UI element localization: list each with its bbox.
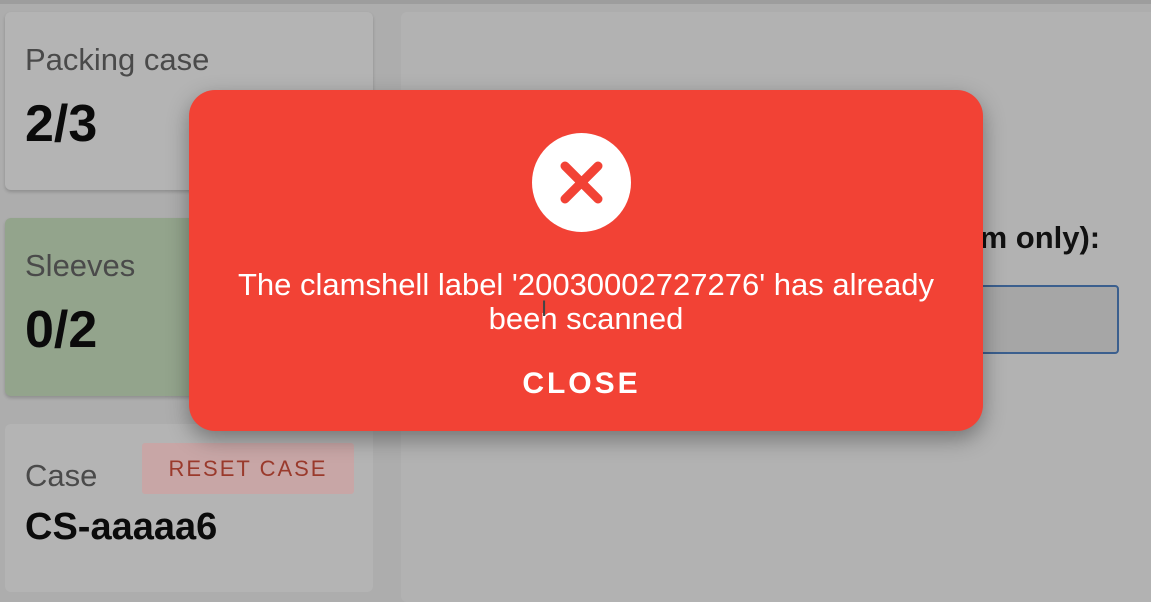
packing-case-title: Packing case bbox=[25, 42, 210, 77]
text-cursor-icon: I bbox=[541, 296, 548, 321]
error-message: The clamshell label '20030002727276' has… bbox=[237, 267, 935, 336]
scan-input[interactable] bbox=[968, 285, 1119, 354]
case-title: Case bbox=[25, 458, 98, 493]
error-dialog: The clamshell label '20030002727276' has… bbox=[189, 90, 983, 431]
sleeves-title: Sleeves bbox=[25, 248, 136, 283]
error-x-icon bbox=[532, 133, 631, 232]
sleeves-count: 0/2 bbox=[25, 301, 98, 359]
close-button[interactable]: CLOSE bbox=[499, 360, 664, 408]
case-card: Case RESET CASE CS-aaaaa6 bbox=[5, 424, 373, 592]
reset-case-button[interactable]: RESET CASE bbox=[142, 443, 354, 494]
case-id: CS-aaaaa6 bbox=[25, 506, 218, 548]
top-strip bbox=[0, 0, 1151, 4]
packing-case-count: 2/3 bbox=[25, 95, 98, 153]
